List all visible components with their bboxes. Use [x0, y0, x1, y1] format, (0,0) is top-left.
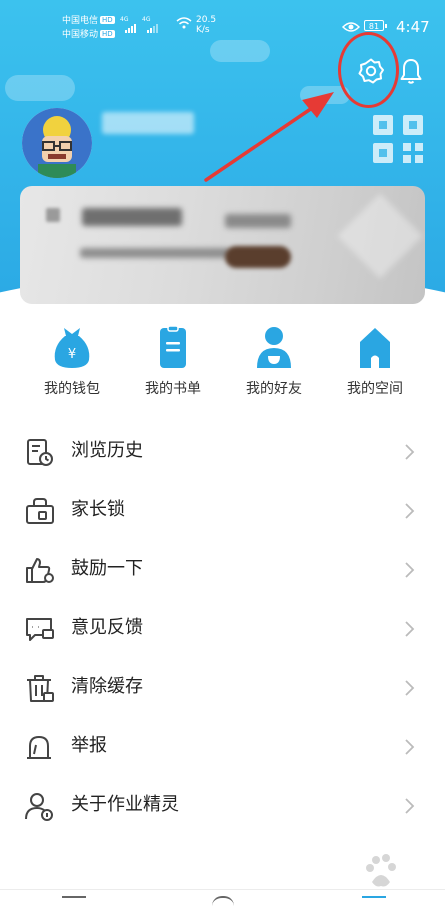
menu-item-label: 家长锁: [71, 499, 125, 520]
member-title-blurred: [82, 208, 182, 226]
avatar[interactable]: [22, 108, 92, 178]
home-space-icon: [360, 328, 390, 368]
menu-item-label: 举报: [71, 735, 107, 756]
menu-item-parent-lock[interactable]: 家长锁: [0, 482, 445, 538]
menu-item-label: 清除缓存: [71, 676, 143, 697]
report-icon: [27, 736, 51, 759]
quick-link-label: 我的钱包: [44, 381, 100, 397]
menu-item-clear-cache[interactable]: 清除缓存: [0, 659, 445, 715]
quick-link-space[interactable]: 我的空间: [325, 322, 425, 402]
member-action-button[interactable]: [225, 246, 291, 268]
wallet-icon: ¥: [54, 328, 90, 368]
menu-item-report[interactable]: 举报: [0, 718, 445, 774]
qrcode-icon[interactable]: [373, 113, 425, 165]
svg-text:¥: ¥: [68, 347, 76, 362]
member-subtitle-blurred: [80, 248, 230, 258]
member-card[interactable]: [20, 186, 425, 304]
quick-link-wallet[interactable]: ¥ 我的钱包: [22, 322, 122, 402]
quick-link-label: 我的好友: [246, 381, 302, 397]
menu-item-label: 鼓励一下: [71, 558, 143, 579]
chevron-right-icon: [405, 798, 415, 814]
quick-link-label: 我的空间: [347, 381, 403, 397]
member-tag-blurred: [225, 214, 291, 228]
avatar-image: [22, 108, 92, 178]
trash-icon: [27, 675, 54, 702]
chevron-right-icon: [405, 680, 415, 696]
thumbs-up-icon: [26, 558, 54, 583]
menu-item-encourage[interactable]: 鼓励一下: [0, 541, 445, 597]
feedback-icon: [26, 618, 54, 641]
bottom-tab-bar: [0, 889, 445, 904]
quick-link-label: 我的书单: [145, 381, 201, 397]
menu-item-label: 意见反馈: [71, 617, 143, 638]
quick-links: ¥ 我的钱包 我的书单 我的好友 我的空间: [0, 322, 445, 402]
menu-item-label: 关于作业精灵: [71, 794, 179, 815]
quick-link-booklist[interactable]: 我的书单: [123, 322, 223, 402]
menu-item-about[interactable]: 关于作业精灵: [0, 777, 445, 833]
chevron-right-icon: [405, 503, 415, 519]
menu-item-label: 浏览历史: [71, 440, 143, 461]
chevron-right-icon: [405, 621, 415, 637]
about-icon: [25, 793, 53, 821]
quick-link-friends[interactable]: 我的好友: [224, 322, 324, 402]
chevron-right-icon: [405, 739, 415, 755]
friends-icon: [257, 327, 291, 368]
tab-mine-icon[interactable]: [362, 896, 386, 906]
tab-discover-icon[interactable]: [212, 896, 234, 906]
chevron-right-icon: [405, 444, 415, 460]
card-arrow-decoration: [337, 193, 423, 279]
menu-item-history[interactable]: 浏览历史: [0, 423, 445, 479]
parent-lock-icon: [26, 498, 54, 524]
history-icon: [27, 439, 53, 466]
booklist-icon: [160, 325, 186, 368]
username-blurred[interactable]: [102, 112, 194, 134]
tab-home-icon[interactable]: [62, 896, 86, 906]
menu-item-feedback[interactable]: 意见反馈: [0, 600, 445, 656]
member-badge-icon: [46, 208, 60, 222]
chevron-right-icon: [405, 562, 415, 578]
